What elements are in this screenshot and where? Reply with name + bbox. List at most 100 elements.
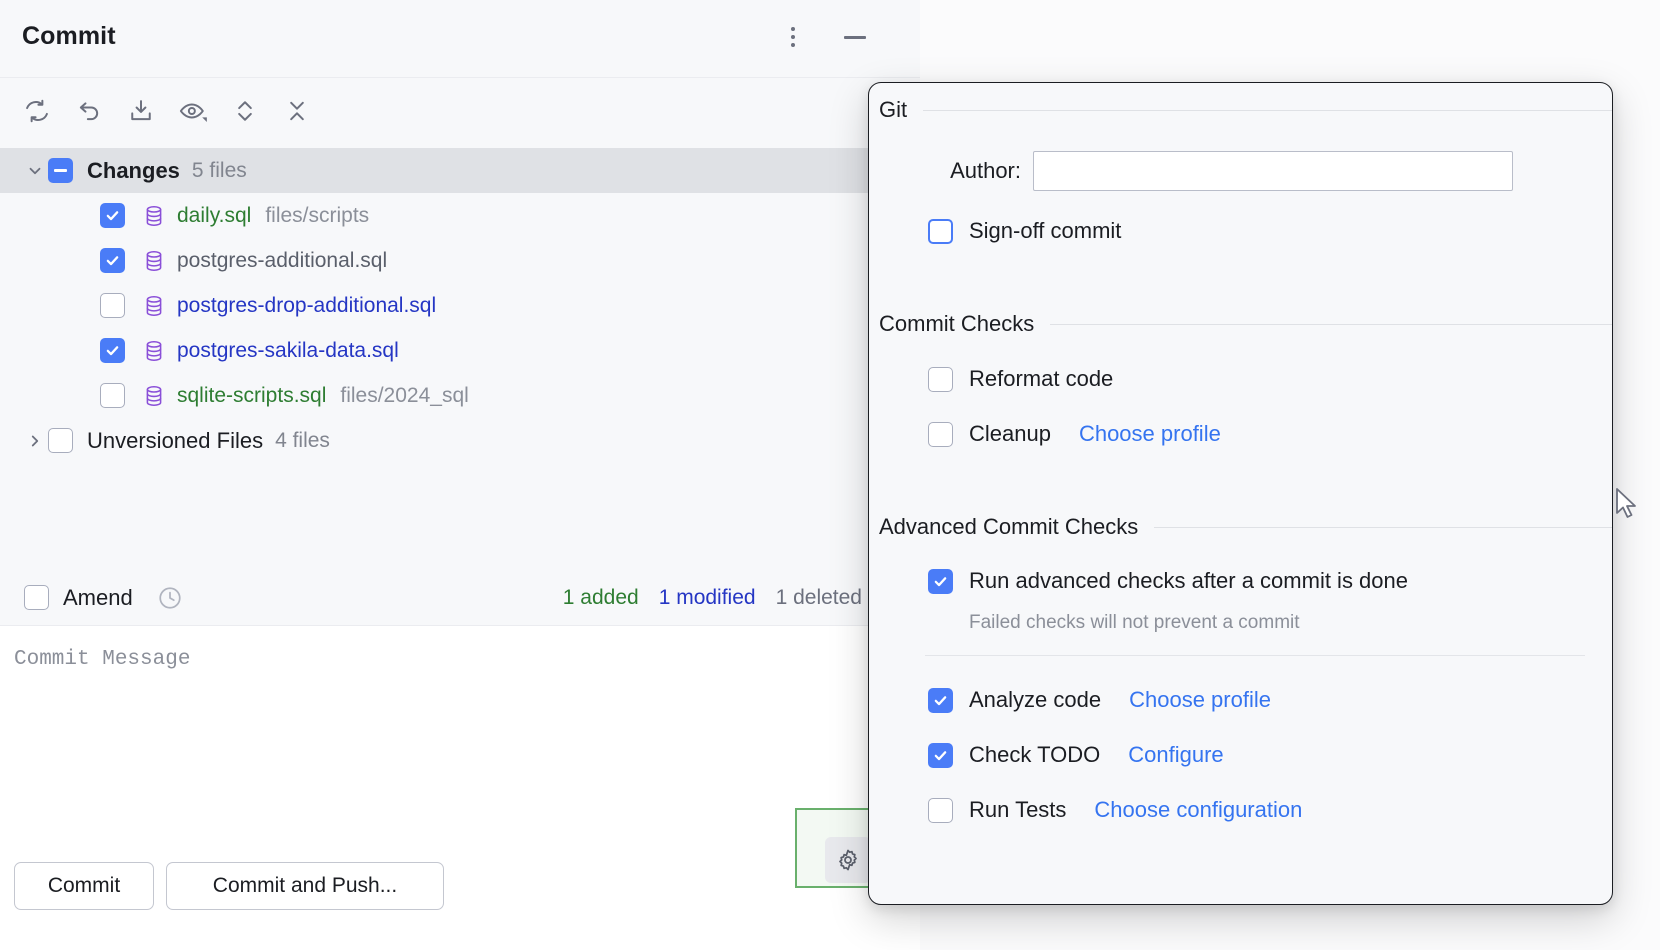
header-actions <box>776 20 872 54</box>
check-todo-configure-link[interactable]: Configure <box>1128 742 1223 768</box>
section-header-git: Git <box>869 97 1613 123</box>
checkbox-run-advanced-checks[interactable] <box>928 569 953 594</box>
checkbox-file-0[interactable] <box>100 203 125 228</box>
table-row[interactable]: postgres-drop-additional.sql <box>0 283 920 328</box>
advanced-checks-note: Failed checks will not prevent a commit <box>969 612 1300 634</box>
author-field[interactable] <box>1033 151 1513 191</box>
stat-modified: 1 modified <box>659 586 756 610</box>
group-label: Changes <box>87 158 180 184</box>
checkbox-unversioned-group[interactable] <box>48 428 73 453</box>
file-name: sqlite-scripts.sql <box>177 384 326 408</box>
section-title: Git <box>879 97 907 123</box>
amend-bar: Amend 1 added 1 modified 1 deleted <box>0 570 920 626</box>
author-label: Author: <box>869 158 1021 184</box>
run-tests-choose-configuration-link[interactable]: Choose configuration <box>1094 797 1302 823</box>
commit-window-header: Commit <box>0 0 920 78</box>
section-header-advanced-commit-checks: Advanced Commit Checks <box>869 514 1613 540</box>
checkbox-amend[interactable] <box>24 585 49 610</box>
group-label: Unversioned Files <box>87 428 263 454</box>
shelve-icon[interactable] <box>122 92 160 130</box>
checkbox-reformat-code[interactable] <box>928 367 953 392</box>
clock-icon[interactable] <box>157 585 183 611</box>
screen: Commit <box>0 0 1660 950</box>
reformat-code-row[interactable]: Reformat code <box>928 366 1113 392</box>
checkbox-check-todo[interactable] <box>928 743 953 768</box>
run-tests-label: Run Tests <box>969 797 1066 823</box>
check-todo-label: Check TODO <box>969 742 1100 768</box>
stat-deleted: 1 deleted <box>776 586 862 610</box>
checkbox-signoff[interactable] <box>928 219 953 244</box>
page-title: Commit <box>22 22 116 51</box>
table-row[interactable]: postgres-additional.sql <box>0 238 920 283</box>
tree-group-unversioned[interactable]: Unversioned Files 4 files <box>0 418 920 463</box>
file-path: files/scripts <box>265 204 369 228</box>
checkbox-changes-group[interactable] <box>48 158 73 183</box>
author-row: Author: <box>869 151 1613 191</box>
preview-diff-icon[interactable] <box>174 92 212 130</box>
sql-file-icon <box>143 295 165 317</box>
section-divider <box>923 110 1613 111</box>
commit-message-input[interactable]: Commit Message <box>0 626 920 822</box>
kebab-menu-icon[interactable] <box>776 20 810 54</box>
file-name: postgres-additional.sql <box>177 249 387 273</box>
cleanup-label: Cleanup <box>969 421 1051 447</box>
section-divider <box>1050 324 1613 325</box>
checkbox-run-tests[interactable] <box>928 798 953 823</box>
gear-icon[interactable] <box>825 837 871 883</box>
advanced-section-divider <box>925 655 1585 656</box>
sql-file-icon <box>143 385 165 407</box>
expand-collapse-icon[interactable] <box>226 92 264 130</box>
amend-label: Amend <box>63 585 133 611</box>
chevron-right-icon[interactable] <box>22 432 48 450</box>
tree-group-changes[interactable]: Changes 5 files <box>0 148 920 193</box>
run-tests-row[interactable]: Run Tests Choose configuration <box>928 797 1302 823</box>
refresh-icon[interactable] <box>18 92 56 130</box>
reformat-code-label: Reformat code <box>969 366 1113 392</box>
group-file-count: 4 files <box>275 429 330 453</box>
mouse-cursor <box>1616 488 1642 522</box>
analyze-code-row[interactable]: Analyze code Choose profile <box>928 687 1271 713</box>
checkbox-cleanup[interactable] <box>928 422 953 447</box>
commit-actions-bar: Commit Commit and Push... <box>0 822 920 950</box>
section-divider <box>1154 527 1613 528</box>
commit-message-placeholder: Commit Message <box>14 648 190 671</box>
commit-options-popup: Git Author: Sign-off commit Commit Check… <box>868 82 1613 905</box>
change-stats: 1 added 1 modified 1 deleted <box>563 570 862 626</box>
group-file-count: 5 files <box>192 159 247 183</box>
cleanup-choose-profile-link[interactable]: Choose profile <box>1079 421 1221 447</box>
file-name: daily.sql <box>177 204 251 228</box>
signoff-label: Sign-off commit <box>969 218 1121 244</box>
sql-file-icon <box>143 250 165 272</box>
file-name: postgres-drop-additional.sql <box>177 294 436 318</box>
signoff-row[interactable]: Sign-off commit <box>928 218 1121 244</box>
table-row[interactable]: sqlite-scripts.sql files/2024_sql <box>0 373 920 418</box>
table-row[interactable]: daily.sql files/scripts <box>0 193 920 238</box>
checkbox-file-3[interactable] <box>100 338 125 363</box>
file-path: files/2024_sql <box>340 384 468 408</box>
section-title: Advanced Commit Checks <box>879 514 1138 540</box>
chevron-down-icon[interactable] <box>22 162 48 180</box>
checkbox-file-4[interactable] <box>100 383 125 408</box>
rollback-icon[interactable] <box>70 92 108 130</box>
changes-tree: Changes 5 files daily.sql files/scripts <box>0 148 920 566</box>
checkbox-file-1[interactable] <box>100 248 125 273</box>
stat-added: 1 added <box>563 586 639 610</box>
commit-button[interactable]: Commit <box>14 862 154 910</box>
checkbox-file-2[interactable] <box>100 293 125 318</box>
sql-file-icon <box>143 205 165 227</box>
table-row[interactable]: postgres-sakila-data.sql <box>0 328 920 373</box>
analyze-code-label: Analyze code <box>969 687 1101 713</box>
commit-tool-window: Commit <box>0 0 920 950</box>
commit-and-push-button[interactable]: Commit and Push... <box>166 862 444 910</box>
commit-toolbar <box>0 78 920 144</box>
cleanup-row[interactable]: Cleanup Choose profile <box>928 421 1221 447</box>
sql-file-icon <box>143 340 165 362</box>
file-name: postgres-sakila-data.sql <box>177 339 399 363</box>
section-header-commit-checks: Commit Checks <box>869 311 1613 337</box>
analyze-code-choose-profile-link[interactable]: Choose profile <box>1129 687 1271 713</box>
collapse-all-icon[interactable] <box>278 92 316 130</box>
minimize-icon[interactable] <box>838 20 872 54</box>
run-advanced-checks-row[interactable]: Run advanced checks after a commit is do… <box>928 568 1408 594</box>
check-todo-row[interactable]: Check TODO Configure <box>928 742 1224 768</box>
checkbox-analyze-code[interactable] <box>928 688 953 713</box>
